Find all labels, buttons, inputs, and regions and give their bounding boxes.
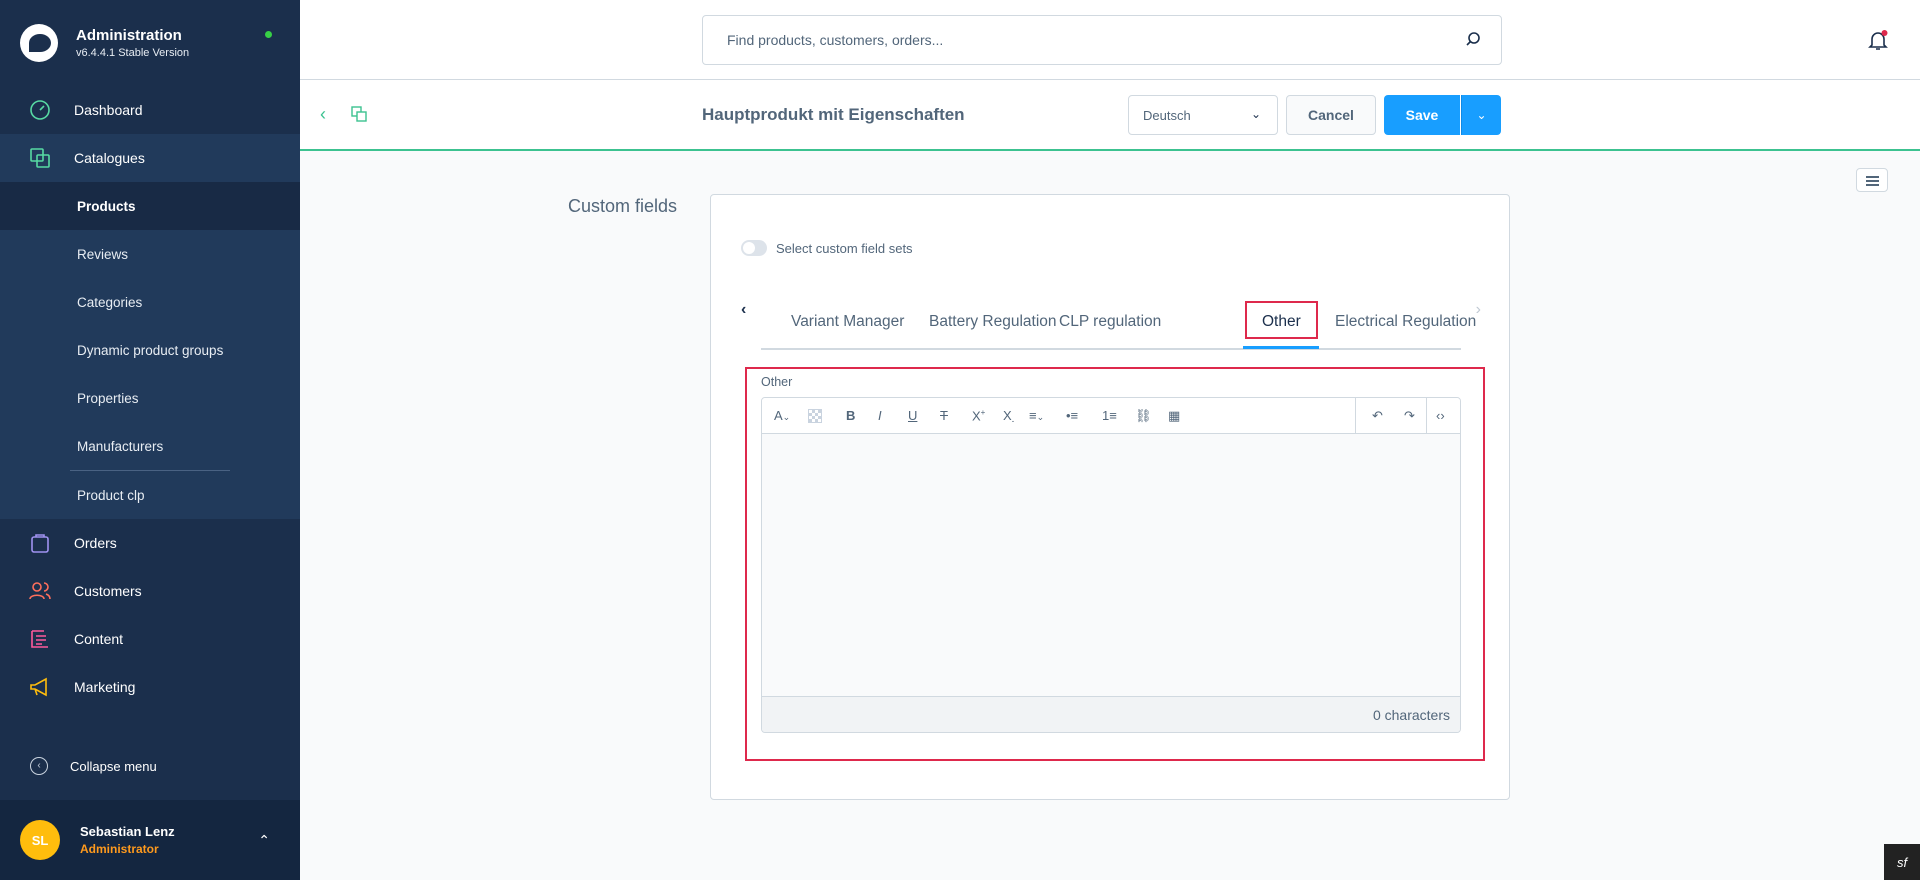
ordered-list-icon[interactable]: 1≡ [1102,408,1117,423]
content-icon [31,630,48,648]
shopware-logo-icon [20,24,58,62]
nav-group-catalogues: Catalogues Products Reviews Categories D… [0,134,300,519]
collapse-menu-label: Collapse menu [70,758,157,774]
toolbar-separator [1355,398,1356,434]
table-icon[interactable]: ▦ [1168,408,1180,424]
custom-field-sets-toggle-label: Select custom field sets [776,241,913,256]
tab-electrical-regulation[interactable]: Electrical Regulation [1335,313,1476,331]
editor-footer: 0 characters [762,696,1460,732]
save-button[interactable]: Save [1384,95,1460,135]
align-icon[interactable]: ≡⌄ [1029,408,1044,423]
nav-sub-properties[interactable]: Properties [0,374,300,422]
nav-sub-manufacturers[interactable]: Manufacturers [0,422,300,470]
redo-icon[interactable]: ↷ [1404,408,1415,424]
nav-orders[interactable]: Orders [0,519,300,567]
nav-content[interactable]: Content [0,615,300,663]
language-select-value: Deutsch [1143,107,1191,123]
search-placeholder: Find products, customers, orders... [727,32,944,48]
custom-field-sets-toggle[interactable] [741,240,767,256]
text-editor[interactable]: A⌄ B I U T X+ X- ≡⌄ •≡ 1≡ ⛓ ▦ ↶ ↷ ‹› 0 c… [761,397,1461,733]
tabs-divider [761,348,1461,350]
tab-clp-regulation[interactable]: CLP regulation [1059,313,1161,331]
chevron-down-icon: ⌄ [1250,107,1261,121]
nav-dashboard[interactable]: Dashboard [0,86,300,134]
bold-icon[interactable]: B [846,408,855,423]
back-icon[interactable]: ‹ [320,104,326,125]
link-icon[interactable]: ⛓ [1135,408,1152,424]
shopping-bag-icon [31,534,49,553]
duplicate-icon[interactable] [351,106,367,122]
nav-content-label: Content [74,631,124,647]
chevron-up-icon[interactable]: ⌃ [258,832,270,849]
brand-version: v6.4.4.1 Stable Version [76,47,190,59]
custom-field-tabs: ‹ Variant Manager Battery Regulation CLP… [741,301,1481,350]
nav-marketing[interactable]: Marketing [0,663,300,711]
top-header: Find products, customers, orders... [300,0,1920,80]
toolbar-separator [1426,398,1427,434]
nav-orders-label: Orders [74,535,117,551]
language-select[interactable]: Deutsch ⌄ [1128,95,1278,135]
notification-bell-icon[interactable] [1866,28,1890,52]
nav-customers-label: Customers [74,583,142,599]
brand[interactable]: Administration v6.4.4.1 Stable Version [0,0,300,86]
character-count: 0 characters [1372,706,1450,723]
superscript-icon[interactable]: X+ [972,408,985,423]
smart-bar: ‹ Hauptprodukt mit Eigenschaften Deutsch… [300,80,1920,151]
undo-icon[interactable]: ↶ [1372,408,1383,424]
status-dot-icon [265,31,272,38]
unordered-list-icon[interactable]: •≡ [1066,408,1078,423]
megaphone-icon [30,677,47,697]
sidebar: Administration v6.4.4.1 Stable Version D… [0,0,300,880]
chevron-left-circle-icon: ‹ [30,757,48,775]
nav-sub-products[interactable]: Products [0,182,300,230]
collapse-menu-button[interactable]: ‹ Collapse menu [0,746,300,786]
italic-icon[interactable]: I [878,408,882,423]
nav-dashboard-label: Dashboard [74,102,143,118]
nav-sub-dynamic-product-groups[interactable]: Dynamic product groups [0,326,300,374]
catalogue-icon [30,148,50,168]
symfony-toolbar-icon[interactable]: sf [1884,844,1920,880]
user-name: Sebastian Lenz [80,824,175,839]
editor-content-area[interactable] [762,434,1460,696]
nav-sub-product-clp[interactable]: Product clp [0,471,300,519]
cancel-button[interactable]: Cancel [1286,95,1376,135]
nav-sub-categories[interactable]: Categories [0,278,300,326]
nav-marketing-label: Marketing [74,679,136,695]
editor-toolbar: A⌄ B I U T X+ X- ≡⌄ •≡ 1≡ ⛓ ▦ ↶ ↷ ‹› [762,398,1460,434]
search-input[interactable]: Find products, customers, orders... [702,15,1502,65]
search-icon[interactable] [1465,31,1481,47]
code-view-icon[interactable]: ‹› [1436,408,1445,423]
tab-variant-manager[interactable]: Variant Manager [791,313,904,331]
main-nav: Dashboard Catalogues Products Reviews Ca… [0,86,300,711]
sidebar-menu-toggle-icon[interactable] [1856,168,1888,192]
brand-title: Administration [76,27,182,44]
custom-fields-card: Select custom field sets ‹ Variant Manag… [710,194,1510,800]
subscript-icon[interactable]: X- [1003,408,1014,426]
editor-label: Other [761,375,793,389]
tab-battery-regulation[interactable]: Battery Regulation [929,313,1057,331]
active-tab-indicator [1243,346,1319,349]
nav-customers[interactable]: Customers [0,567,300,615]
users-icon [29,582,51,600]
user-menu[interactable]: SL Sebastian Lenz Administrator ⌃ [0,800,300,880]
text-style-icon[interactable]: A⌄ [774,408,790,423]
save-options-chevron-icon[interactable]: ⌄ [1461,95,1501,135]
avatar: SL [20,820,60,860]
section-label-custom-fields: Custom fields [568,196,678,216]
gauge-icon [30,100,50,120]
active-tab-highlight [1245,301,1318,339]
underline-icon[interactable]: U [908,408,917,423]
text-color-icon[interactable] [808,409,822,423]
strikethrough-icon[interactable]: T [940,408,948,423]
page-title: Hauptprodukt mit Eigenschaften [702,105,965,124]
nav-catalogues-label: Catalogues [74,150,145,166]
user-role: Administrator [80,842,159,856]
nav-catalogues[interactable]: Catalogues [0,134,300,182]
tabs-prev-chevron-icon[interactable]: ‹ [741,301,761,321]
tabs-next-chevron-icon[interactable]: › [1476,301,1481,319]
nav-sub-reviews[interactable]: Reviews [0,230,300,278]
